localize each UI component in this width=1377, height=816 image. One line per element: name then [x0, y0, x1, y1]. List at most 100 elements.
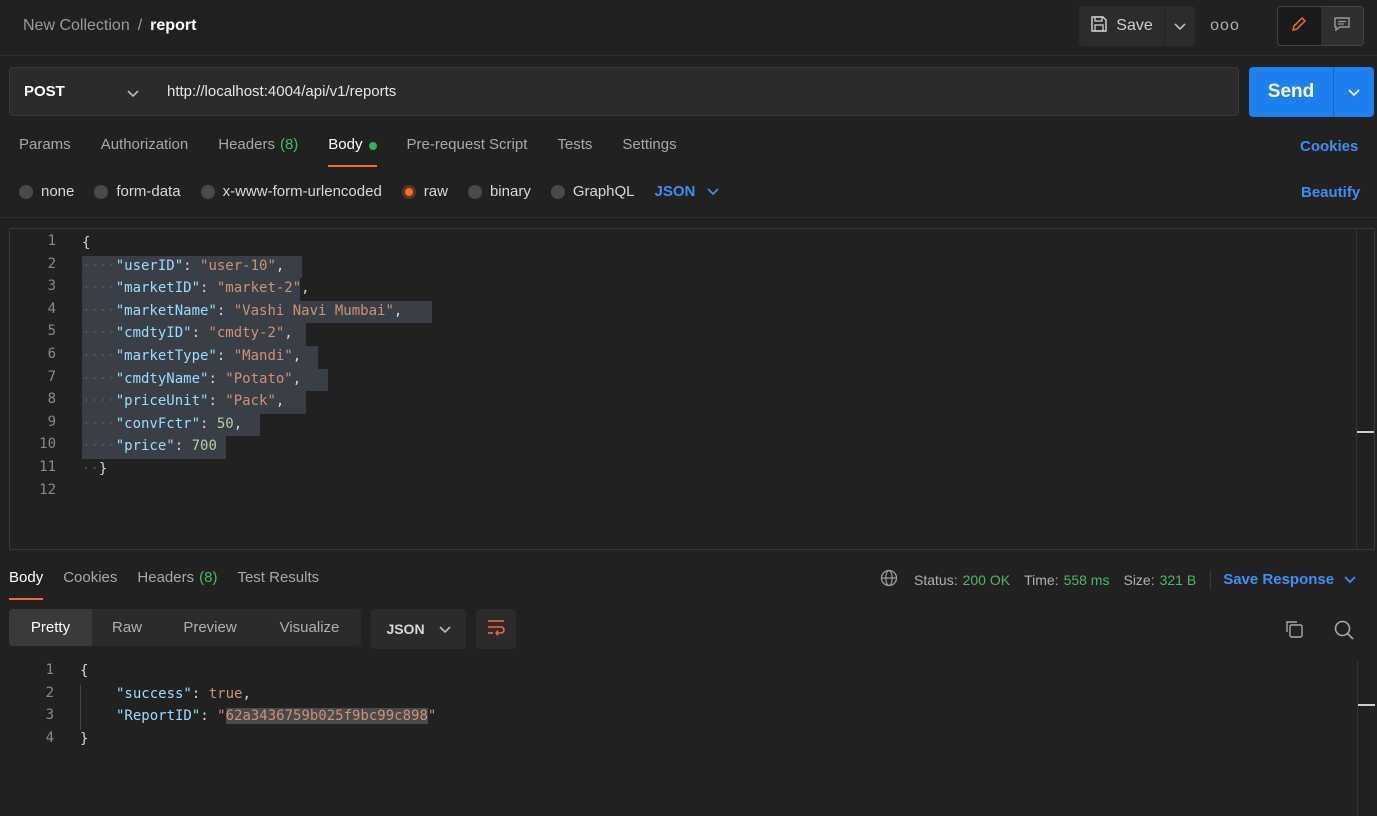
url-input[interactable]: http://localhost:4004/api/v1/reports [153, 67, 1239, 116]
json-key: "priceUnit" [115, 393, 209, 410]
json-line: "ReportID": "62a3436759b025f9bc99c898" [116, 708, 436, 725]
divider [1210, 569, 1212, 590]
response-body[interactable]: 1 2 3 4 {"success": true, "ReportID": "62a34… [0, 661, 1377, 816]
wrap-lines-button[interactable] [476, 609, 516, 649]
json-line: ····"userID": "user-10", [82, 258, 284, 274]
json-colon: : [216, 302, 234, 319]
radio-icon [19, 184, 33, 199]
comments-button[interactable] [1320, 7, 1363, 45]
beautify-button[interactable]: Beautify [1301, 184, 1360, 201]
edit-mode-button[interactable] [1278, 7, 1321, 45]
resp-tab-test-results[interactable]: Test Results [237, 569, 319, 599]
body-type-raw[interactable]: raw [401, 183, 448, 200]
json-value: true [208, 685, 243, 702]
request-body-editor[interactable]: 1 2 3 4 5 6 7 8 9 10 11 12 {····"userID": "user-10"… [9, 228, 1375, 550]
line-number: 6 [47, 346, 56, 362]
resp-tab-body[interactable]: Body [9, 569, 44, 600]
response-scrollbar[interactable] [1357, 661, 1358, 816]
body-type-none[interactable]: none [19, 183, 74, 200]
time-value[interactable]: 558 ms [1064, 572, 1110, 588]
response-language-select[interactable]: JSON [371, 609, 466, 649]
json-value: "user-10" [200, 257, 276, 274]
line-number: 7 [47, 368, 56, 385]
more-options-button[interactable]: ooo [1208, 14, 1242, 38]
tab-settings[interactable]: Settings [622, 136, 676, 166]
json-key: "userID" [115, 257, 184, 274]
tab-prerequest-script[interactable]: Pre-request Script [407, 136, 528, 166]
json-comma: , [275, 393, 285, 410]
view-raw[interactable]: Raw [92, 609, 162, 646]
status-value[interactable]: 200 OK [963, 572, 1010, 588]
save-icon [1090, 15, 1108, 38]
json-colon: : [183, 257, 201, 274]
editor-scrollbar[interactable] [1356, 229, 1357, 549]
globe-icon[interactable] [880, 569, 898, 590]
save-options-button[interactable] [1165, 6, 1195, 46]
json-comma: , [393, 302, 403, 319]
search-icon[interactable] [1333, 619, 1355, 645]
body-type-urlencoded-label: x-www-form-urlencoded [222, 183, 382, 200]
radio-selected-icon [401, 184, 416, 199]
close-brace-line: ··} [82, 461, 107, 477]
tab-authorization[interactable]: Authorization [101, 136, 189, 166]
tab-tests[interactable]: Tests [557, 136, 592, 166]
tab-params[interactable]: Params [19, 136, 71, 166]
json-line: ····"convFctr": 50, [82, 416, 242, 432]
body-language-select[interactable]: JSON [655, 183, 720, 200]
body-type-raw-label: raw [423, 183, 448, 200]
radio-icon [94, 184, 109, 199]
json-key: "marketName" [115, 302, 217, 319]
indent-guide: ···· [82, 302, 116, 319]
resp-tab-headers[interactable]: Headers (8) [137, 569, 217, 599]
breadcrumb-separator: / [137, 17, 143, 34]
body-type-urlencoded[interactable]: x-www-form-urlencoded [200, 183, 382, 200]
json-comma: , [301, 280, 310, 297]
radio-icon [467, 184, 482, 199]
method-value: POST [24, 83, 65, 100]
json-value: 50 [216, 415, 234, 432]
wrap-icon [486, 618, 506, 640]
json-comma: , [292, 370, 302, 387]
json-key: "cmdtyID" [115, 325, 192, 342]
resp-headers-count: (8) [199, 569, 218, 586]
time-label: Time: [1024, 571, 1059, 588]
tab-headers-label: Headers [218, 136, 275, 153]
json-colon: : [200, 415, 217, 432]
save-response-button[interactable]: Save Response [1223, 571, 1356, 588]
save-button[interactable]: Save [1079, 6, 1165, 46]
json-line: ····"marketID": "market-2", [82, 280, 310, 296]
json-line: ····"price": 700 [82, 438, 217, 454]
line-number: 3 [47, 278, 56, 295]
copy-icon[interactable] [1284, 619, 1304, 643]
tab-headers[interactable]: Headers (8) [218, 136, 298, 166]
view-preview[interactable]: Preview [162, 609, 258, 646]
pencil-icon [1290, 15, 1308, 37]
json-value: "Potato" [225, 370, 293, 387]
save-response-label: Save Response [1223, 571, 1335, 588]
breadcrumb: New Collection / report [23, 17, 196, 35]
json-line: ····"cmdtyID": "cmdty-2", [82, 325, 293, 341]
json-key: "cmdtyName" [115, 370, 209, 387]
send-options-button[interactable] [1334, 67, 1374, 117]
view-pretty[interactable]: Pretty [9, 609, 92, 646]
json-colon: : [191, 325, 209, 342]
size-value[interactable]: 321 B [1160, 572, 1197, 588]
status-label: Status: [914, 571, 958, 588]
breadcrumb-request-name[interactable]: report [150, 17, 196, 34]
breadcrumb-collection[interactable]: New Collection [23, 17, 130, 34]
indent-guide: ···· [82, 325, 116, 342]
json-colon: : [174, 438, 192, 455]
body-type-form-data[interactable]: form-data [94, 183, 181, 200]
view-visualize[interactable]: Visualize [258, 609, 361, 646]
cookies-link[interactable]: Cookies [1300, 138, 1358, 155]
body-type-graphql[interactable]: GraphQL [550, 183, 635, 200]
json-line: ····"priceUnit": "Pack", [82, 393, 284, 409]
scroll-position-marker [1357, 431, 1374, 433]
json-line: ····"marketName": "Vashi Navi Mumbai", [82, 303, 402, 319]
request-tabs: Params Authorization Headers (8) Body Pre… [19, 136, 707, 167]
send-button[interactable]: Send [1249, 67, 1334, 117]
resp-tab-cookies[interactable]: Cookies [63, 569, 117, 599]
tab-body[interactable]: Body [328, 136, 377, 167]
body-type-binary[interactable]: binary [467, 183, 531, 200]
method-select[interactable]: POST [9, 67, 154, 116]
